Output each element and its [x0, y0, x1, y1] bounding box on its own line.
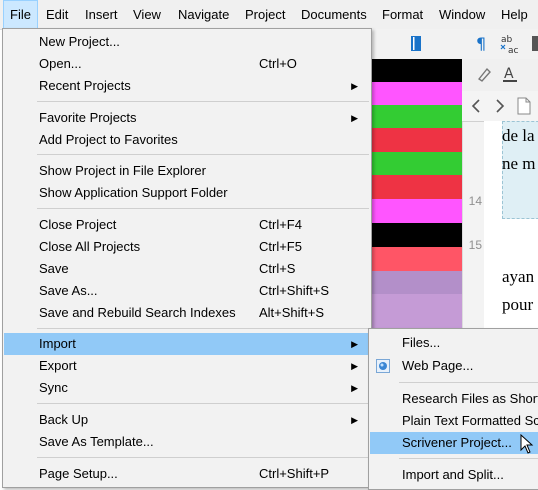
submenu-item-import-and-split[interactable]: Import and Split...	[370, 464, 538, 486]
menu-help[interactable]: Help	[495, 0, 534, 29]
menu-bar: File Edit Insert View Navigate Project D…	[0, 0, 538, 30]
editor-format-bar: A	[462, 59, 538, 92]
submenu-arrow-icon: ▶	[351, 383, 358, 393]
svg-text:ac: ac	[508, 46, 519, 56]
menu-separator	[399, 458, 538, 459]
menu-item-export[interactable]: Export ▶	[4, 355, 370, 377]
submenu-arrow-icon: ▶	[351, 113, 358, 123]
editor-nav-bar	[462, 91, 538, 122]
menu-item-new-project[interactable]: New Project...	[4, 31, 370, 53]
color-label-row	[372, 128, 462, 152]
line-number: 15	[468, 238, 482, 252]
menu-item-favorite-projects[interactable]: Favorite Projects ▶	[4, 107, 370, 129]
menu-item-save-rebuild-indexes[interactable]: Save and Rebuild Search Indexes Alt+Shif…	[4, 302, 370, 324]
color-label-row	[372, 105, 462, 128]
shortcut-text: Alt+Shift+S	[259, 305, 325, 320]
submenu-item-research-files-shortcuts[interactable]: Research Files as Shortcu	[370, 388, 538, 410]
menu-item-save-as[interactable]: Save As... Ctrl+Shift+S	[4, 280, 370, 302]
submenu-item-web-page[interactable]: Web Page...	[370, 355, 538, 377]
line-number: 14	[468, 194, 482, 208]
color-label-row	[372, 247, 462, 271]
shortcut-text: Ctrl+Shift+S	[259, 283, 330, 298]
editor-text-line: ayan	[502, 267, 535, 286]
menu-item-close-all-projects[interactable]: Close All Projects Ctrl+F5	[4, 236, 370, 258]
paragraph-icon[interactable]: ¶	[476, 35, 490, 52]
menu-item-save-as-template[interactable]: Save As Template...	[4, 431, 370, 453]
menu-item-show-in-explorer[interactable]: Show Project in File Explorer	[4, 160, 370, 182]
menu-separator	[399, 382, 538, 383]
color-label-row	[372, 82, 462, 105]
menu-separator	[37, 101, 369, 102]
menu-separator	[37, 208, 369, 209]
menu-format[interactable]: Format	[376, 0, 429, 29]
color-label-row	[372, 199, 462, 223]
menu-separator	[37, 403, 369, 404]
menu-insert[interactable]: Insert	[79, 0, 124, 29]
menu-window[interactable]: Window	[433, 0, 491, 29]
submenu-item-scrivener-project[interactable]: Scrivener Project...	[370, 432, 538, 454]
document-icon[interactable]	[516, 97, 532, 115]
forward-arrow-icon[interactable]	[494, 99, 506, 113]
color-label-row	[372, 59, 462, 82]
svg-text:ab: ab	[501, 35, 513, 45]
submenu-arrow-icon: ▶	[351, 339, 358, 349]
shortcut-text: Ctrl+F4	[259, 217, 302, 232]
menu-item-page-setup[interactable]: Page Setup... Ctrl+Shift+P	[4, 463, 370, 485]
submenu-arrow-icon: ▶	[351, 361, 358, 371]
color-label-row	[372, 223, 462, 247]
shortcut-text: Ctrl+Shift+P	[259, 466, 330, 481]
text-color-icon[interactable]: A	[502, 65, 518, 83]
highlighter-icon[interactable]	[476, 66, 492, 82]
menu-project[interactable]: Project	[239, 0, 291, 29]
menu-item-back-up[interactable]: Back Up ▶	[4, 409, 370, 431]
submenu-item-files[interactable]: Files...	[370, 332, 538, 354]
menu-separator	[37, 154, 369, 155]
menu-item-show-support-folder[interactable]: Show Application Support Folder	[4, 182, 370, 204]
menu-item-open[interactable]: Open... Ctrl+O	[4, 53, 370, 75]
menu-item-add-to-favorites[interactable]: Add Project to Favorites	[4, 129, 370, 151]
editor-text-line: ne m	[502, 154, 536, 173]
menu-item-save[interactable]: Save Ctrl+S	[4, 258, 370, 280]
spell-check-icon[interactable]: ab ac	[500, 32, 526, 56]
svg-text:¶: ¶	[476, 35, 486, 52]
shortcut-text: Ctrl+F5	[259, 239, 302, 254]
menu-item-recent-projects[interactable]: Recent Projects ▶	[4, 75, 370, 97]
menu-separator	[37, 328, 369, 329]
menu-navigate[interactable]: Navigate	[172, 0, 235, 29]
file-menu: New Project... Open... Ctrl+O Recent Pro…	[2, 28, 372, 488]
submenu-arrow-icon: ▶	[351, 415, 358, 425]
toolbar-overflow-icon[interactable]	[531, 35, 538, 52]
menu-documents[interactable]: Documents	[295, 0, 373, 29]
shortcut-text: Ctrl+O	[259, 56, 297, 71]
editor-text-line: de la	[502, 126, 535, 145]
mouse-pointer-icon	[520, 434, 534, 454]
notebook-icon[interactable]	[410, 35, 422, 52]
submenu-item-plain-text-formatted[interactable]: Plain Text Formatted Scre	[370, 410, 538, 432]
menu-view[interactable]: View	[127, 0, 167, 29]
color-label-row	[372, 152, 462, 175]
menu-item-import[interactable]: Import ▶	[4, 333, 370, 355]
svg-text:A: A	[504, 66, 514, 82]
menu-separator	[37, 457, 369, 458]
menu-item-close-project[interactable]: Close Project Ctrl+F4	[4, 214, 370, 236]
color-label-row	[372, 175, 462, 199]
format-toolbar: ¶ ab ac	[372, 29, 538, 60]
import-submenu: Files... Web Page... Research Files as S…	[368, 328, 538, 490]
menu-item-sync[interactable]: Sync ▶	[4, 377, 370, 399]
shortcut-text: Ctrl+S	[259, 261, 296, 276]
editor-text-line: pour	[502, 295, 534, 314]
menu-edit[interactable]: Edit	[40, 0, 74, 29]
menu-file[interactable]: File	[3, 0, 38, 29]
back-arrow-icon[interactable]	[470, 99, 482, 113]
color-label-row	[372, 294, 462, 317]
color-label-row	[372, 271, 462, 294]
submenu-arrow-icon: ▶	[351, 81, 358, 91]
web-page-icon	[376, 359, 390, 373]
